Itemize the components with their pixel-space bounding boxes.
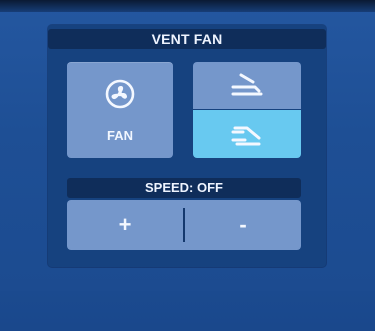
recirculation-toggle (193, 62, 301, 158)
panel-title: VENT FAN (48, 29, 326, 49)
fan-icon (105, 79, 135, 109)
bottom-band (0, 291, 375, 331)
top-shadow (0, 0, 375, 12)
speed-control: + - (67, 200, 301, 250)
fan-button[interactable]: FAN (67, 62, 173, 158)
speed-decrease-button[interactable]: - (185, 200, 301, 250)
recirculate-air-icon (231, 126, 261, 146)
speed-increase-button[interactable]: + (67, 200, 183, 250)
fan-label: FAN (107, 128, 133, 143)
fresh-air-icon (231, 73, 263, 96)
speed-status: SPEED: OFF (67, 178, 301, 198)
vent-fan-panel: VENT FAN FAN SPEED: OFF + - (48, 25, 326, 267)
fresh-air-button[interactable] (193, 62, 301, 110)
recirculate-button[interactable] (193, 110, 301, 158)
